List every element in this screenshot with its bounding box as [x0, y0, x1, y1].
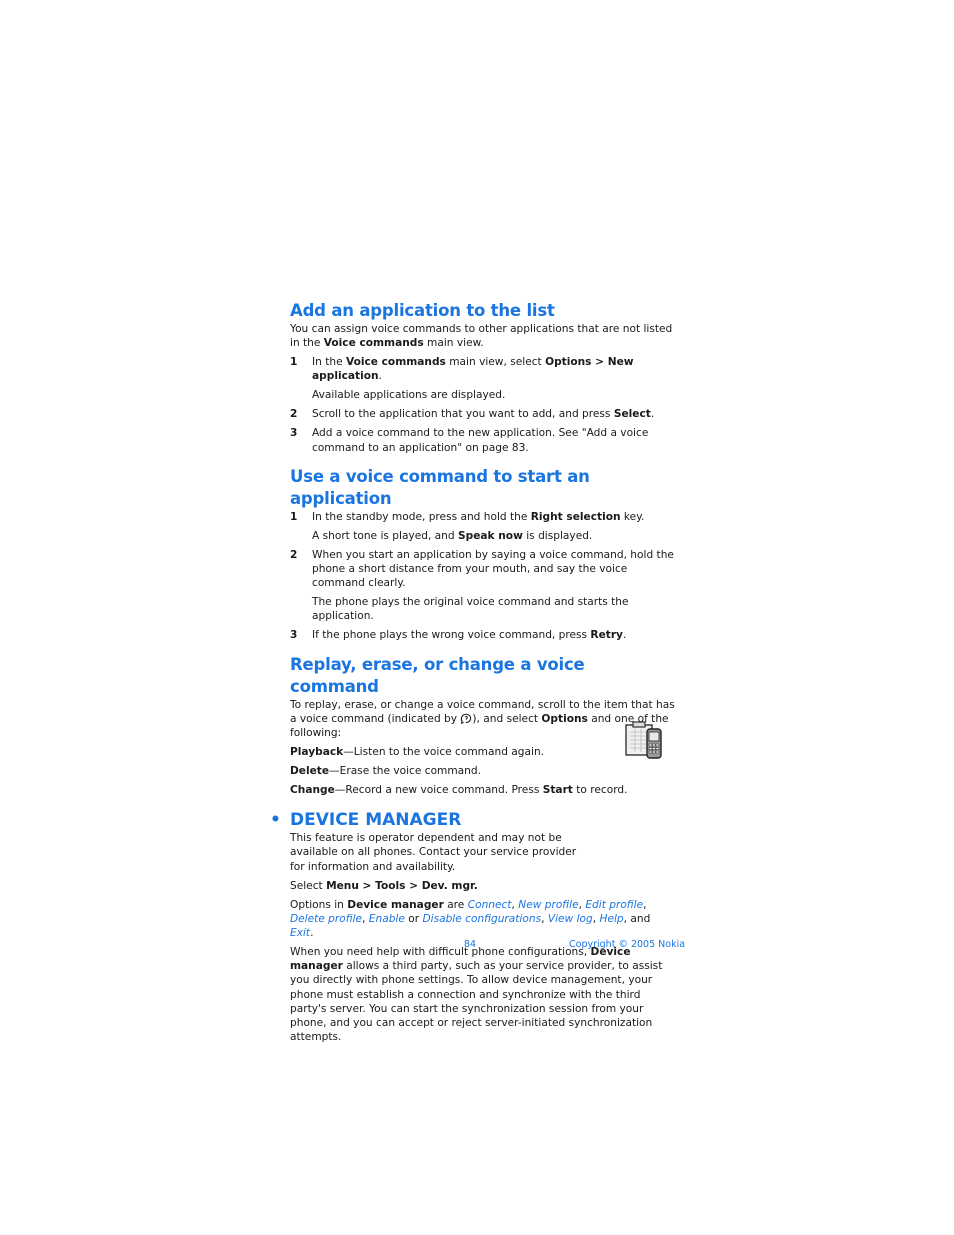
link-delete-profile[interactable]: Delete profile [290, 913, 362, 925]
use-voice-step-3: 3 If the phone plays the wrong voice com… [290, 629, 627, 642]
heading-device-manager: • DEVICE MANAGER [270, 810, 462, 831]
page-content: Add an application to the list You can a… [270, 300, 675, 1044]
voice-tag-icon [460, 713, 472, 725]
page-number: 84 [464, 939, 477, 950]
device-manager-body: When you need help with difficult phone … [290, 946, 663, 1044]
link-help[interactable]: Help [600, 913, 624, 925]
heading-replay-erase-change: Replay, erase, or change a voice command [290, 654, 585, 696]
copyright: Copyright © 2005 Nokia [569, 939, 686, 950]
step-number: 3 [290, 427, 298, 440]
link-edit-profile[interactable]: Edit profile [585, 899, 643, 911]
device-manager-select-path: Select Menu > Tools > Dev. mgr. [290, 879, 478, 892]
bullet: • [270, 810, 281, 831]
use-voice-step-2: 2 When you start an application by sayin… [290, 548, 674, 590]
heading-add-application: Add an application to the list [290, 301, 555, 320]
heading-use-voice-command: Use a voice command to start an applicat… [290, 466, 590, 508]
step-number: 1 [290, 356, 298, 369]
add-app-step-1-note: Available applications are displayed. [312, 389, 506, 402]
step-number: 2 [290, 408, 298, 421]
use-voice-step-2-note: The phone plays the original voice comma… [312, 596, 629, 623]
link-disable-configurations[interactable]: Disable configurations [422, 913, 541, 925]
add-app-step-3: 3 Add a voice command to the new applica… [290, 427, 649, 454]
option-playback: Playback—Listen to the voice command aga… [290, 746, 545, 759]
add-app-step-1: 1 In the Voice commands main view, selec… [290, 356, 634, 383]
link-view-log[interactable]: View log [548, 913, 593, 925]
device-manager-intro: This feature is operator dependent and m… [290, 832, 577, 873]
device-manager-options: Options in Device manager are Connect, N… [290, 898, 651, 940]
use-voice-step-1-note: A short tone is played, and Speak now is… [312, 529, 593, 542]
option-delete: Delete—Erase the voice command. [290, 765, 481, 778]
add-app-step-2: 2 Scroll to the application that you wan… [290, 408, 655, 421]
add-app-intro: You can assign voice commands to other a… [290, 323, 673, 350]
device-manager-icon [623, 719, 665, 761]
link-exit[interactable]: Exit [290, 927, 310, 939]
replay-intro: To replay, erase, or change a voice comm… [290, 698, 675, 740]
step-number: 2 [290, 548, 298, 561]
link-new-profile[interactable]: New profile [518, 899, 578, 911]
option-change: Change—Record a new voice command. Press… [290, 784, 628, 797]
step-number: 1 [290, 510, 298, 523]
link-connect[interactable]: Connect [468, 899, 512, 911]
step-number: 3 [290, 629, 298, 642]
use-voice-step-1: 1 In the standby mode, press and hold th… [290, 510, 645, 523]
link-enable[interactable]: Enable [369, 913, 405, 925]
